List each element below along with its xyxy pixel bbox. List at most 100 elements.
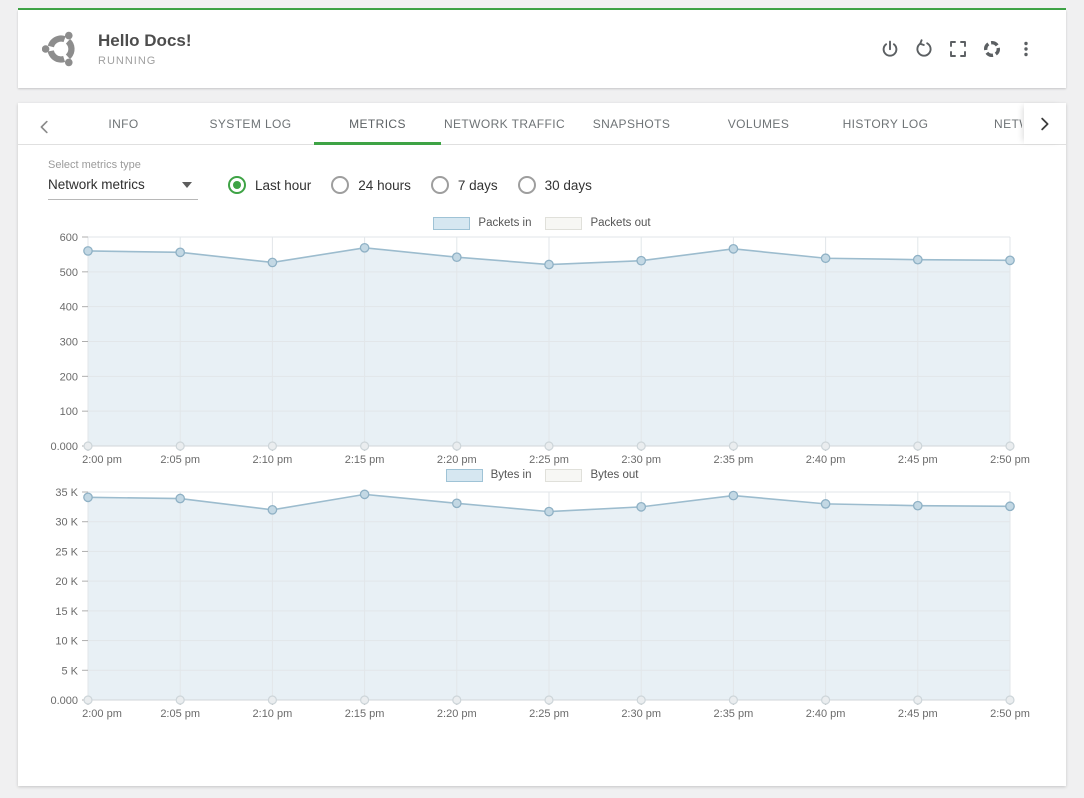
svg-text:2:05 pm: 2:05 pm bbox=[160, 454, 200, 466]
svg-text:30 K: 30 K bbox=[55, 517, 78, 529]
legend-item: Bytes in bbox=[446, 469, 532, 482]
legend-item: Bytes out bbox=[545, 469, 638, 482]
more-menu-button[interactable] bbox=[1016, 39, 1036, 59]
legend-swatch-icon bbox=[545, 469, 582, 482]
tab-history-log[interactable]: HISTORY LOG bbox=[822, 103, 949, 145]
power-button[interactable] bbox=[880, 39, 900, 59]
chevron-down-icon bbox=[182, 182, 192, 188]
radio-circle-icon bbox=[331, 176, 349, 194]
tab-network-traffic[interactable]: NETWORK TRAFFIC bbox=[441, 103, 568, 145]
power-icon bbox=[880, 39, 900, 59]
tab-scroll-left-button[interactable] bbox=[28, 111, 62, 143]
chevron-right-icon bbox=[1035, 115, 1053, 133]
radio-label: Last hour bbox=[255, 178, 311, 193]
bytes-chart: 0.000 5 K 10 K 15 K 20 K 25 K 30 K 35 K 2:00 pm 2… bbox=[18, 468, 1066, 724]
svg-text:2:45 pm: 2:45 pm bbox=[898, 454, 938, 466]
svg-text:35 K: 35 K bbox=[55, 487, 78, 499]
radio-last-hour[interactable]: Last hour bbox=[228, 176, 311, 194]
radio-circle-icon bbox=[431, 176, 449, 194]
header-actions bbox=[880, 39, 1036, 59]
legend-swatch-icon bbox=[545, 217, 582, 230]
packets-chart: 0.000 100 200 300 400 500 600 2:00 pm 2:05 pm 2:1… bbox=[18, 213, 1066, 469]
time-range-radiogroup: Last hour 24 hours 7 days 30 days bbox=[228, 173, 592, 197]
legend-swatch-icon bbox=[446, 469, 483, 482]
svg-text:2:30 pm: 2:30 pm bbox=[621, 708, 661, 720]
svg-text:2:20 pm: 2:20 pm bbox=[437, 708, 477, 720]
svg-text:2:10 pm: 2:10 pm bbox=[253, 454, 293, 466]
restart-icon bbox=[914, 39, 934, 59]
radio-24-hours[interactable]: 24 hours bbox=[331, 176, 411, 194]
container-status: RUNNING bbox=[98, 55, 192, 67]
radio-30-days[interactable]: 30 days bbox=[518, 176, 592, 194]
fullscreen-icon bbox=[948, 39, 968, 59]
fullscreen-button[interactable] bbox=[948, 39, 968, 59]
svg-text:20 K: 20 K bbox=[55, 576, 78, 588]
legend-item: Packets out bbox=[545, 217, 650, 230]
svg-text:10 K: 10 K bbox=[55, 636, 78, 648]
svg-text:2:20 pm: 2:20 pm bbox=[437, 454, 477, 466]
tab-snapshots[interactable]: SNAPSHOTS bbox=[568, 103, 695, 145]
svg-text:2:00 pm: 2:00 pm bbox=[82, 454, 122, 466]
svg-text:0.000: 0.000 bbox=[50, 441, 78, 453]
spinner-button[interactable] bbox=[982, 39, 1002, 59]
tab-info[interactable]: INFO bbox=[60, 103, 187, 145]
svg-text:400: 400 bbox=[60, 302, 78, 314]
header-card: Hello Docs! RUNNING bbox=[18, 10, 1066, 88]
svg-text:25 K: 25 K bbox=[55, 546, 78, 558]
svg-text:2:25 pm: 2:25 pm bbox=[529, 454, 569, 466]
restart-button[interactable] bbox=[914, 39, 934, 59]
svg-text:2:30 pm: 2:30 pm bbox=[621, 454, 661, 466]
container-title: Hello Docs! bbox=[98, 31, 192, 51]
tab-bar: INFOSYSTEM LOGMETRICSNETWORK TRAFFICSNAP… bbox=[18, 103, 1066, 145]
tab-metrics[interactable]: METRICS bbox=[314, 103, 441, 145]
main-panel: INFOSYSTEM LOGMETRICSNETWORK TRAFFICSNAP… bbox=[18, 103, 1066, 786]
svg-text:2:25 pm: 2:25 pm bbox=[529, 708, 569, 720]
legend-label: Bytes out bbox=[590, 469, 638, 481]
title-block: Hello Docs! RUNNING bbox=[98, 31, 192, 67]
legend-label: Packets out bbox=[590, 217, 650, 229]
svg-text:2:45 pm: 2:45 pm bbox=[898, 708, 938, 720]
radio-7-days[interactable]: 7 days bbox=[431, 176, 498, 194]
svg-text:500: 500 bbox=[60, 267, 78, 279]
svg-text:0.000: 0.000 bbox=[50, 695, 78, 707]
svg-text:100: 100 bbox=[60, 406, 78, 418]
tab-system-log[interactable]: SYSTEM LOG bbox=[187, 103, 314, 145]
radio-label: 30 days bbox=[545, 178, 592, 193]
chevron-left-icon bbox=[36, 118, 54, 136]
svg-text:5 K: 5 K bbox=[61, 665, 78, 677]
radio-circle-icon bbox=[518, 176, 536, 194]
radio-label: 24 hours bbox=[358, 178, 411, 193]
svg-text:200: 200 bbox=[60, 371, 78, 383]
packets-chart-legend: Packets in Packets out bbox=[18, 215, 1066, 231]
tab-volumes[interactable]: VOLUMES bbox=[695, 103, 822, 145]
tab-netw[interactable]: NETW bbox=[949, 103, 1022, 145]
svg-text:2:35 pm: 2:35 pm bbox=[714, 708, 754, 720]
svg-text:2:00 pm: 2:00 pm bbox=[82, 708, 122, 720]
svg-text:2:15 pm: 2:15 pm bbox=[345, 454, 385, 466]
tab-scroll-right-button[interactable] bbox=[1024, 103, 1064, 144]
page: { "header": { "title": "Hello Docs!", "s… bbox=[0, 0, 1084, 798]
legend-label: Bytes in bbox=[491, 469, 532, 481]
metrics-type-select[interactable]: Network metrics bbox=[48, 177, 198, 200]
svg-text:2:35 pm: 2:35 pm bbox=[714, 454, 754, 466]
radio-circle-icon bbox=[228, 176, 246, 194]
svg-text:2:50 pm: 2:50 pm bbox=[990, 708, 1030, 720]
svg-text:300: 300 bbox=[60, 337, 78, 349]
ubuntu-logo-icon bbox=[42, 30, 80, 68]
metrics-type-control: Select metrics type Network metrics bbox=[48, 159, 198, 200]
svg-text:2:05 pm: 2:05 pm bbox=[160, 708, 200, 720]
spinner-icon bbox=[982, 39, 1002, 59]
metrics-type-label: Select metrics type bbox=[48, 159, 198, 171]
bytes-chart-legend: Bytes in Bytes out bbox=[18, 467, 1066, 483]
svg-text:2:40 pm: 2:40 pm bbox=[806, 708, 846, 720]
radio-label: 7 days bbox=[458, 178, 498, 193]
metrics-type-value: Network metrics bbox=[48, 177, 145, 192]
kebab-icon bbox=[1016, 39, 1036, 59]
svg-text:2:10 pm: 2:10 pm bbox=[253, 708, 293, 720]
svg-text:15 K: 15 K bbox=[55, 606, 78, 618]
legend-label: Packets in bbox=[478, 217, 531, 229]
tabs-strip: INFOSYSTEM LOGMETRICSNETWORK TRAFFICSNAP… bbox=[60, 103, 1022, 145]
svg-text:2:40 pm: 2:40 pm bbox=[806, 454, 846, 466]
svg-text:600: 600 bbox=[60, 232, 78, 244]
legend-item: Packets in bbox=[433, 217, 531, 230]
